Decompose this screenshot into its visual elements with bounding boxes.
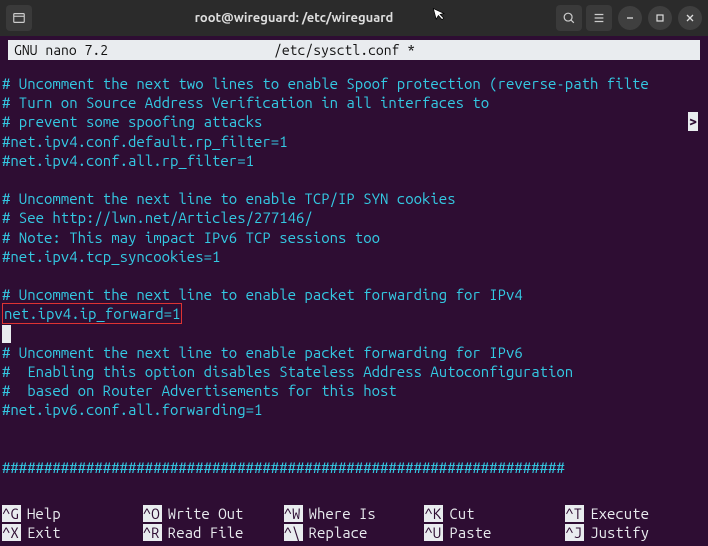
- editor-line: [2, 170, 706, 189]
- shortcut-item: ^\ Replace: [284, 523, 425, 542]
- shortcut-item: ^J Justify: [565, 523, 706, 542]
- editor-line: # See http://lwn.net/Articles/277146/: [2, 208, 706, 227]
- shortcut-key: ^T: [565, 505, 584, 522]
- search-button[interactable]: [556, 5, 582, 31]
- shortcut-item: ^K Cut: [424, 504, 565, 523]
- line-overflow-indicator: >: [688, 112, 698, 131]
- editor-line: #net.ipv4.conf.all.rp_filter=1: [2, 151, 706, 170]
- close-button[interactable]: [678, 6, 702, 30]
- shortcut-key: ^G: [2, 505, 21, 522]
- shortcut-label: Read File: [168, 524, 244, 541]
- maximize-icon: [655, 13, 665, 23]
- minimize-button[interactable]: [618, 6, 642, 30]
- highlighted-line: net.ipv4.ip_forward=1: [2, 303, 182, 324]
- editor-line: #net.ipv4.tcp_syncookies=1: [2, 247, 706, 266]
- new-tab-button[interactable]: [6, 5, 32, 31]
- shortcut-label: Exit: [27, 524, 61, 541]
- editor-line: # prevent some spoofing attacks: [2, 112, 706, 131]
- close-icon: [685, 13, 695, 23]
- editor-line: # Uncomment the next two lines to enable…: [2, 74, 706, 93]
- hamburger-icon: [592, 11, 606, 25]
- editor-line: #net.ipv6.conf.all.forwarding=1: [2, 400, 706, 419]
- menu-button[interactable]: [586, 5, 612, 31]
- nano-header: GNU nano 7.2 /etc/sysctl.conf *: [8, 40, 700, 60]
- terminal-tab-icon: [12, 11, 26, 25]
- shortcut-key: ^J: [565, 524, 584, 541]
- nano-shortcut-bar: ^G Help ^O Write Out ^W Where Is ^K Cut ^T Execut…: [0, 504, 708, 542]
- window-titlebar: root@wireguard: /etc/wireguard: [0, 0, 708, 36]
- editor-line: ########################################…: [2, 458, 706, 477]
- shortcut-label: Justify: [590, 524, 649, 541]
- shortcut-key: ^O: [143, 505, 162, 522]
- shortcut-item: ^R Read File: [143, 523, 284, 542]
- shortcut-item: ^U Paste: [424, 523, 565, 542]
- editor-line: [2, 439, 706, 458]
- window-title: root@wireguard: /etc/wireguard: [38, 11, 550, 25]
- shortcut-label: Write Out: [168, 505, 244, 522]
- editor-line: [2, 323, 706, 342]
- shortcut-label: Where Is: [309, 505, 376, 522]
- maximize-button[interactable]: [648, 6, 672, 30]
- shortcut-label: Help: [27, 505, 61, 522]
- shortcut-key: ^W: [284, 505, 303, 522]
- terminal-area[interactable]: GNU nano 7.2 /etc/sysctl.conf * > # Unco…: [0, 36, 708, 546]
- shortcut-label: Replace: [309, 524, 368, 541]
- editor-line: # Turn on Source Address Verification in…: [2, 93, 706, 112]
- editor-line: # based on Router Advertisements for thi…: [2, 381, 706, 400]
- shortcut-key: ^U: [424, 524, 443, 541]
- editor-line: # Uncomment the next line to enable TCP/…: [2, 189, 706, 208]
- editor-line: [2, 266, 706, 285]
- editor-line: # Uncomment the next line to enable pack…: [2, 285, 706, 304]
- shortcut-item: ^G Help: [2, 504, 143, 523]
- shortcut-key: ^X: [2, 524, 21, 541]
- nano-filename: /etc/sysctl.conf *: [274, 42, 694, 58]
- text-cursor: [2, 325, 11, 343]
- minimize-icon: [625, 13, 635, 23]
- shortcut-item: ^T Execute: [565, 504, 706, 523]
- editor-line: #net.ipv4.conf.default.rp_filter=1: [2, 132, 706, 151]
- shortcut-label: Execute: [590, 505, 649, 522]
- nano-version-label: GNU nano 7.2: [14, 42, 274, 58]
- editor-line: # Uncomment the next line to enable pack…: [2, 343, 706, 362]
- editor-content[interactable]: # Uncomment the next two lines to enable…: [2, 60, 706, 477]
- shortcut-key: ^\: [284, 524, 303, 541]
- shortcut-label: Cut: [449, 505, 474, 522]
- shortcut-item: ^X Exit: [2, 523, 143, 542]
- editor-line: net.ipv4.ip_forward=1: [2, 304, 706, 323]
- shortcut-label: Paste: [449, 524, 491, 541]
- editor-line: # Enabling this option disables Stateles…: [2, 362, 706, 381]
- editor-line: # Note: This may impact IPv6 TCP session…: [2, 228, 706, 247]
- search-icon: [562, 11, 576, 25]
- editor-line: [2, 419, 706, 438]
- shortcut-key: ^R: [143, 524, 162, 541]
- shortcut-key: ^K: [424, 505, 443, 522]
- shortcut-item: ^O Write Out: [143, 504, 284, 523]
- shortcut-item: ^W Where Is: [284, 504, 425, 523]
